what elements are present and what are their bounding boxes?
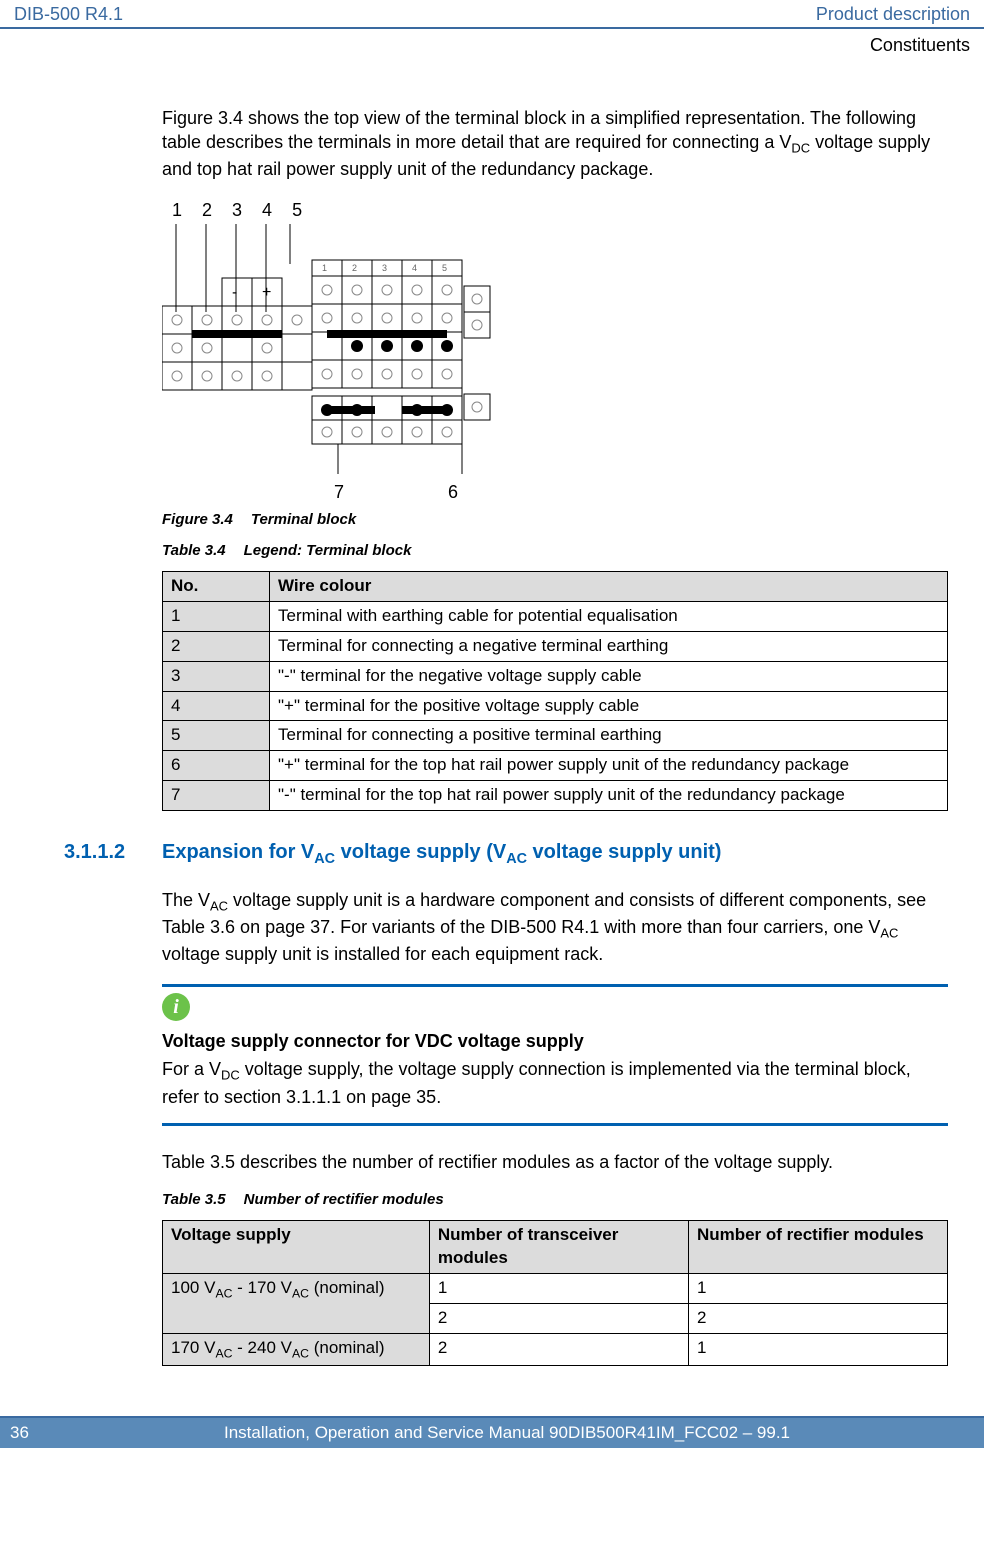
- svg-text:5: 5: [442, 263, 447, 273]
- th-transceiver: Number of transceiver modules: [429, 1221, 688, 1274]
- table-3-5-intro: Table 3.5 describes the number of rectif…: [162, 1150, 948, 1174]
- table-3-5: Voltage supply Number of transceiver mod…: [162, 1220, 948, 1366]
- diagram-bottom-labels: 7 6: [162, 480, 948, 504]
- chapter-title: Product description: [816, 4, 970, 25]
- doc-code: DIB-500 R4.1: [14, 4, 123, 25]
- diagram-top-labels: 1 2 3 4 5: [162, 198, 948, 222]
- section-3-1-1-2-heading: 3.1.1.2 Expansion for VAC voltage supply…: [64, 839, 948, 869]
- section-breadcrumb: Constituents: [0, 29, 984, 56]
- terminal-block-diagram: 1 2 3 4 5: [162, 198, 948, 505]
- intro-paragraph: Figure 3.4 shows the top view of the ter…: [162, 106, 948, 182]
- footer-text: Installation, Operation and Service Manu…: [44, 1423, 970, 1443]
- th-wire: Wire colour: [270, 571, 948, 601]
- th-voltage: Voltage supply: [163, 1221, 430, 1274]
- svg-text:4: 4: [412, 263, 417, 273]
- plus-label: +: [262, 284, 271, 301]
- section-3-1-1-2-p1: The VAC voltage supply unit is a hardwar…: [162, 888, 948, 966]
- figure-3-4-caption: Figure 3.4Terminal block: [162, 510, 948, 530]
- table-3-4-caption: Table 3.4Legend: Terminal block: [162, 541, 948, 561]
- cell-170-240: 170 VAC - 240 VAC (nominal): [163, 1334, 430, 1366]
- table-3-4: No. Wire colour 1Terminal with earthing …: [162, 571, 948, 812]
- info-box-bottom-rule: [162, 1123, 948, 1126]
- table-3-5-caption: Table 3.5Number of rectifier modules: [162, 1190, 948, 1210]
- info-box-top-rule: [162, 984, 948, 987]
- th-rectifier: Number of rectifier modules: [688, 1221, 947, 1274]
- cell-100-170: 100 VAC - 170 VAC (nominal): [163, 1274, 430, 1334]
- info-paragraph: For a VDC voltage supply, the voltage su…: [162, 1057, 948, 1108]
- svg-text:1: 1: [322, 263, 327, 273]
- svg-text:2: 2: [352, 263, 357, 273]
- page-footer: 36 Installation, Operation and Service M…: [0, 1416, 984, 1448]
- page-number: 36: [0, 1421, 44, 1445]
- terminal-block-svg: - + 1 2 3 4 5: [162, 224, 512, 474]
- page-header-bar: DIB-500 R4.1 Product description: [0, 0, 984, 29]
- minus-label: -: [232, 284, 237, 301]
- info-icon: i: [162, 993, 190, 1021]
- page-content: Figure 3.4 shows the top view of the ter…: [0, 106, 984, 1366]
- info-title: Voltage supply connector for VDC voltage…: [162, 1029, 948, 1053]
- th-no: No.: [163, 571, 270, 601]
- svg-text:3: 3: [382, 263, 387, 273]
